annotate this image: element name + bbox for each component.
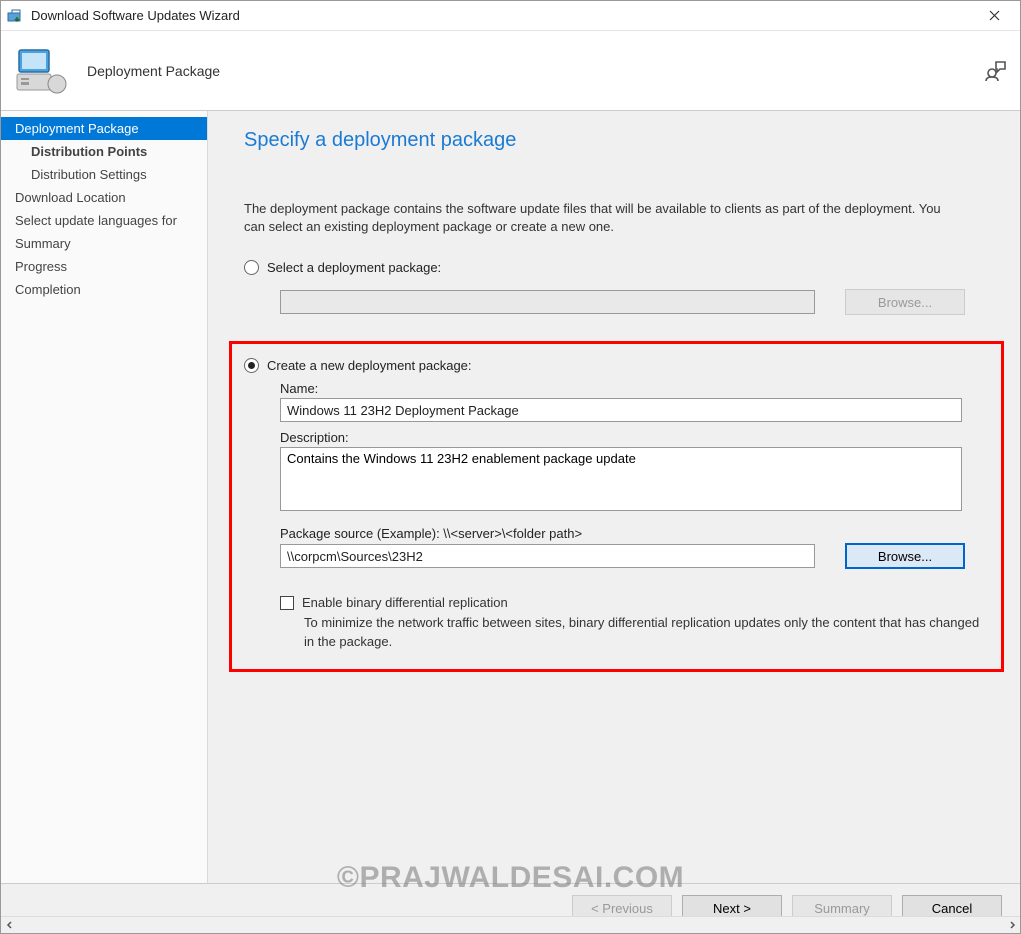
select-package-input	[280, 290, 815, 314]
browse-button[interactable]: Browse...	[845, 543, 965, 569]
wizard-content: Specify a deployment package The deploym…	[208, 111, 1020, 883]
scroll-track[interactable]	[18, 917, 1003, 933]
checkbox-label: Enable binary differential replication	[302, 595, 508, 610]
description-label: Description:	[280, 430, 983, 445]
name-label: Name:	[280, 381, 983, 396]
computer-icon	[13, 44, 67, 98]
sidebar-item-distribution-points[interactable]: Distribution Points	[1, 140, 207, 163]
radio-create-label: Create a new deployment package:	[267, 358, 472, 373]
sidebar-item-deployment-package[interactable]: Deployment Package	[1, 117, 207, 140]
package-source-input[interactable]	[280, 544, 815, 568]
sidebar-item-distribution-settings[interactable]: Distribution Settings	[1, 163, 207, 186]
description-textarea[interactable]	[280, 447, 962, 511]
radio-select-label: Select a deployment package:	[267, 260, 441, 275]
checkbox-icon	[280, 596, 294, 610]
browse-button-disabled: Browse...	[845, 289, 965, 315]
titlebar: Download Software Updates Wizard	[1, 1, 1020, 31]
page-title: Specify a deployment package	[244, 129, 998, 152]
radio-icon	[244, 358, 259, 373]
radio-icon	[244, 260, 259, 275]
radio-select-package[interactable]: Select a deployment package:	[244, 260, 998, 275]
page-description: The deployment package contains the soft…	[244, 200, 964, 236]
app-icon	[7, 8, 23, 24]
source-label: Package source (Example): \\<server>\<fo…	[280, 526, 983, 541]
highlight-create-package: Create a new deployment package: Name: D…	[229, 341, 1004, 671]
wizard-sidebar: Deployment Package Distribution Points D…	[1, 111, 208, 883]
sidebar-item-completion[interactable]: Completion	[1, 278, 207, 301]
name-input[interactable]	[280, 398, 962, 422]
horizontal-scrollbar[interactable]	[1, 916, 1020, 933]
sidebar-item-download-location[interactable]: Download Location	[1, 186, 207, 209]
header-label: Deployment Package	[87, 63, 982, 79]
scroll-left-icon[interactable]	[1, 917, 18, 934]
sidebar-item-progress[interactable]: Progress	[1, 255, 207, 278]
feedback-icon[interactable]	[982, 58, 1008, 84]
radio-create-package[interactable]: Create a new deployment package:	[244, 358, 983, 373]
scroll-right-icon[interactable]	[1003, 917, 1020, 934]
window-title: Download Software Updates Wizard	[31, 8, 974, 23]
checkbox-description: To minimize the network traffic between …	[304, 614, 983, 650]
sidebar-item-select-languages[interactable]: Select update languages for	[1, 209, 207, 232]
sidebar-item-summary[interactable]: Summary	[1, 232, 207, 255]
wizard-header: Deployment Package	[1, 31, 1020, 111]
checkbox-binary-diff[interactable]: Enable binary differential replication	[280, 595, 983, 610]
close-icon[interactable]	[974, 2, 1014, 30]
